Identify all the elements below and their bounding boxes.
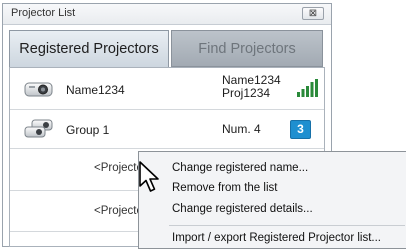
close-button[interactable]: ⊠ xyxy=(302,7,324,20)
group-name: Group 1 xyxy=(66,123,110,137)
signal-strength-icon xyxy=(297,79,318,97)
projector-name: Name1234 xyxy=(66,83,125,97)
close-icon: ⊠ xyxy=(308,8,318,19)
mouse-pointer-icon xyxy=(139,161,159,192)
group-count: Num. 4 xyxy=(222,122,261,136)
menu-separator xyxy=(169,225,405,226)
tab-bar: Registered Projectors Find Projectors xyxy=(9,30,325,67)
list-item-group[interactable]: Group 1 Num. 4 3 xyxy=(10,110,324,149)
menu-item-remove[interactable]: Remove from the list xyxy=(172,182,277,194)
context-menu: Change registered name... Remove from th… xyxy=(138,151,406,249)
tab-find-projectors[interactable]: Find Projectors xyxy=(171,30,323,67)
menu-item-change-details[interactable]: Change registered details... xyxy=(172,203,313,215)
list-item-projector[interactable]: Name1234 Name1234 Proj1234 xyxy=(10,68,324,110)
menu-item-import-export[interactable]: Import / export Registered Projector lis… xyxy=(172,232,381,244)
title-bar: Projector List ⊠ xyxy=(3,4,331,25)
projector-group-icon xyxy=(24,119,53,138)
projector-details: Name1234 Proj1234 xyxy=(222,74,281,100)
window-title: Projector List xyxy=(11,7,76,19)
projector-icon xyxy=(24,82,53,97)
tab-registered-projectors[interactable]: Registered Projectors xyxy=(9,30,169,67)
menu-item-change-name[interactable]: Change registered name... xyxy=(172,162,308,174)
group-badge: 3 xyxy=(290,120,311,139)
projector-info-model: Proj1234 xyxy=(222,86,271,100)
